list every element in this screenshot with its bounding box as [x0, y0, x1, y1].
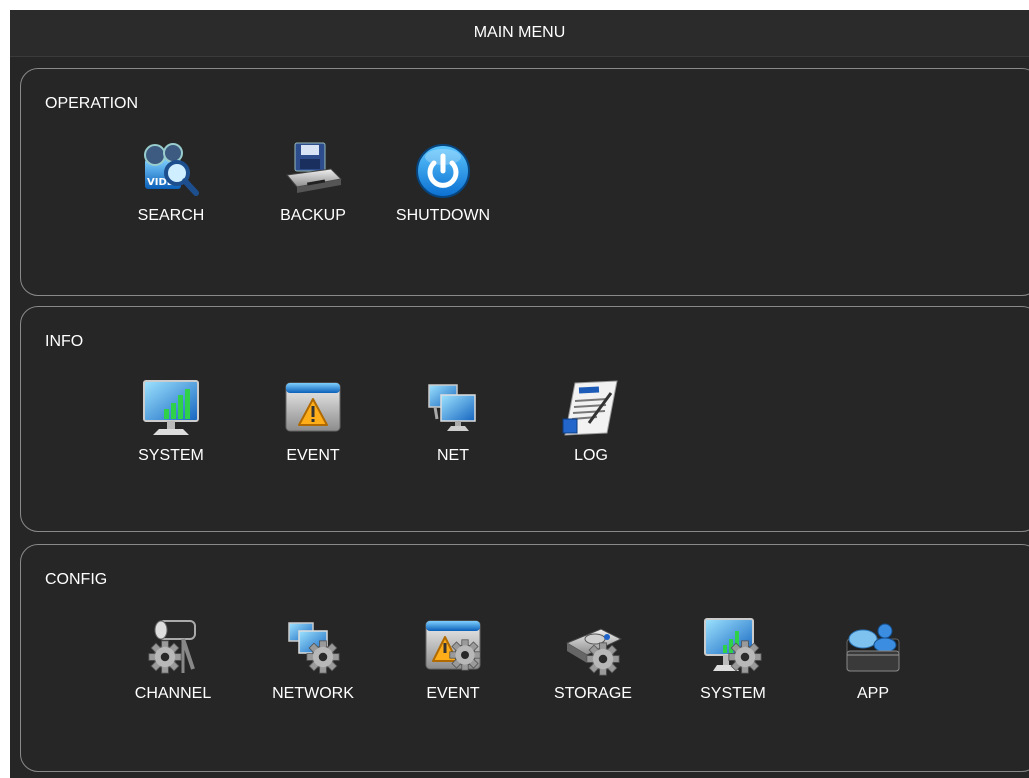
- config-system-label: SYSTEM: [700, 685, 766, 702]
- backup-label: BACKUP: [280, 207, 346, 224]
- info-event-button[interactable]: EVENT: [253, 379, 373, 489]
- search-label: SEARCH: [137, 207, 205, 224]
- monitor-gear-icon: [704, 618, 762, 674]
- title-bar: MAIN MENU: [10, 10, 1029, 57]
- power-icon: [416, 144, 470, 198]
- config-event-label: EVENT: [426, 685, 480, 702]
- info-log-button[interactable]: LOG: [531, 379, 651, 489]
- operation-section: OPERATION VIDEO SEARCH BACKUP SHUTDOWN: [20, 68, 1029, 296]
- warning-window-icon: [285, 382, 341, 432]
- config-channel-label: CHANNEL: [134, 685, 212, 702]
- info-system-button[interactable]: SYSTEM: [111, 379, 231, 489]
- window-title: MAIN MENU: [473, 24, 566, 41]
- config-event-button[interactable]: EVENT: [393, 617, 513, 727]
- main-menu-window: MAIN MENU OPERATION VIDEO SEARCH BACKUP …: [10, 10, 1029, 778]
- config-channel-button[interactable]: CHANNEL: [113, 617, 233, 727]
- config-app-button[interactable]: APP: [813, 617, 933, 727]
- operation-section-title: OPERATION: [45, 95, 139, 112]
- info-section: INFO SYSTEM EVENT NET LOG: [20, 306, 1029, 532]
- config-section: CONFIG CHANNEL NETWORK EVENT STORAGE SYS…: [20, 544, 1029, 772]
- app-folder-icon: [846, 623, 900, 672]
- storage-gear-icon: [565, 628, 623, 676]
- backup-button[interactable]: BACKUP: [253, 139, 373, 249]
- backup-drive-icon: [286, 142, 343, 193]
- shutdown-button[interactable]: SHUTDOWN: [383, 139, 503, 249]
- camera-gear-icon: [148, 620, 196, 674]
- info-event-label: EVENT: [286, 447, 340, 464]
- config-system-button[interactable]: SYSTEM: [673, 617, 793, 727]
- video-search-icon: VIDEO: [144, 143, 199, 196]
- config-network-button[interactable]: NETWORK: [253, 617, 373, 727]
- config-app-label: APP: [856, 685, 889, 702]
- config-network-label: NETWORK: [272, 685, 354, 702]
- warning-gear-icon: [425, 620, 481, 671]
- config-storage-label: STORAGE: [554, 685, 632, 702]
- monitor-chart-icon: [143, 380, 199, 435]
- info-section-title: INFO: [45, 333, 84, 350]
- info-system-label: SYSTEM: [138, 447, 204, 464]
- search-button[interactable]: VIDEO SEARCH: [111, 139, 231, 249]
- shutdown-label: SHUTDOWN: [395, 207, 491, 224]
- config-section-title: CONFIG: [45, 571, 108, 588]
- network-gear-icon: [288, 622, 340, 674]
- network-monitors-icon: [428, 384, 476, 431]
- log-document-icon: [562, 380, 618, 436]
- info-net-label: NET: [437, 447, 469, 464]
- info-net-button[interactable]: NET: [393, 379, 513, 489]
- info-log-label: LOG: [574, 447, 608, 464]
- config-storage-button[interactable]: STORAGE: [533, 617, 653, 727]
